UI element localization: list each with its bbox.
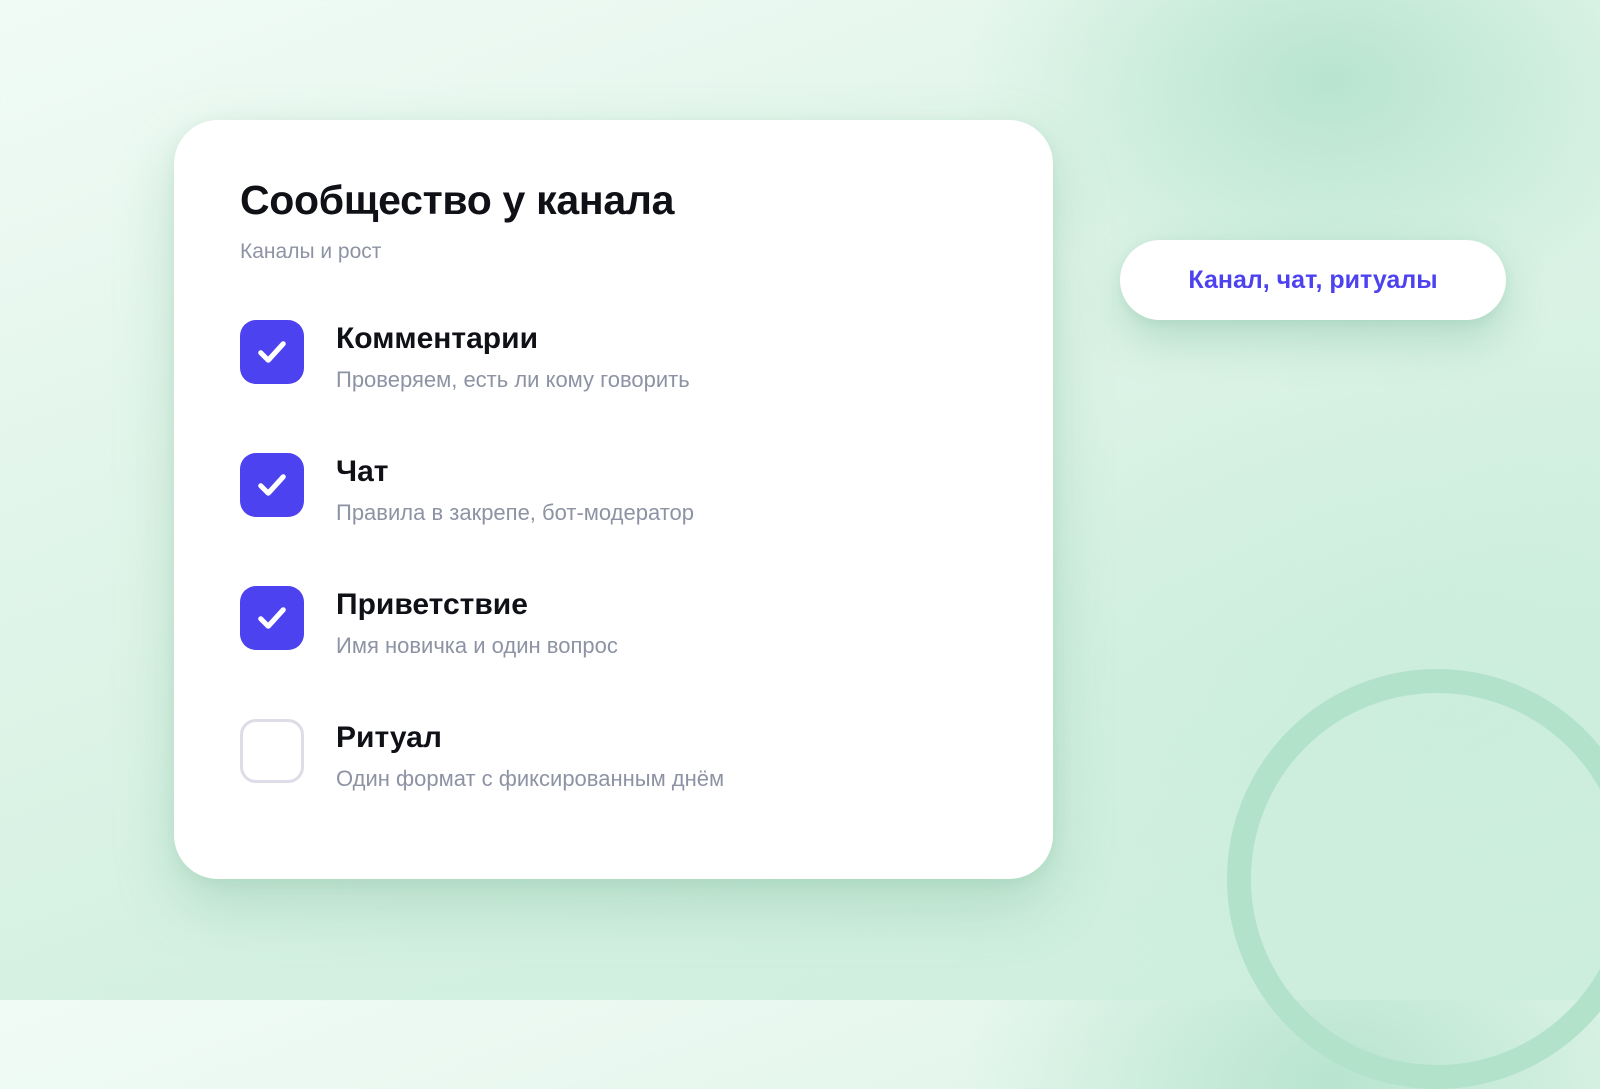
card-subtitle: Каналы и рост bbox=[240, 240, 382, 263]
item-description: Один формат с фиксированным днём bbox=[336, 766, 725, 791]
checklist-card: Сообщество у канала Каналы и рост Коммен… bbox=[174, 120, 1053, 879]
summary-pill: Канал, чат, ритуалы bbox=[1120, 240, 1506, 320]
decorative-ring bbox=[1227, 669, 1600, 1089]
checklist: Комментарии Проверяем, есть ли кому гово… bbox=[240, 320, 1000, 852]
checkbox-comments[interactable] bbox=[240, 320, 304, 384]
checkbox-greeting[interactable] bbox=[240, 586, 304, 650]
checklist-item-ritual: Ритуал Один формат с фиксированным днём bbox=[240, 719, 1000, 852]
item-title: Приветствие bbox=[336, 588, 528, 621]
item-description: Проверяем, есть ли кому говорить bbox=[336, 367, 690, 392]
summary-pill-label: Канал, чат, ритуалы bbox=[1188, 265, 1438, 294]
item-title: Комментарии bbox=[336, 322, 539, 355]
item-title: Чат bbox=[336, 455, 389, 488]
check-icon bbox=[258, 341, 286, 363]
check-icon bbox=[258, 474, 286, 496]
checkbox-chat[interactable] bbox=[240, 453, 304, 517]
checklist-item-chat: Чат Правила в закрепе, бот-модератор bbox=[240, 453, 1000, 586]
item-title: Ритуал bbox=[336, 721, 442, 754]
card-title: Сообщество у канала bbox=[240, 177, 675, 223]
check-icon bbox=[258, 607, 286, 629]
checklist-item-greeting: Приветствие Имя новичка и один вопрос bbox=[240, 586, 1000, 719]
item-description: Имя новичка и один вопрос bbox=[336, 633, 618, 658]
item-description: Правила в закрепе, бот-модератор bbox=[336, 500, 695, 525]
checkbox-ritual[interactable] bbox=[240, 719, 304, 783]
checklist-item-comments: Комментарии Проверяем, есть ли кому гово… bbox=[240, 320, 1000, 453]
